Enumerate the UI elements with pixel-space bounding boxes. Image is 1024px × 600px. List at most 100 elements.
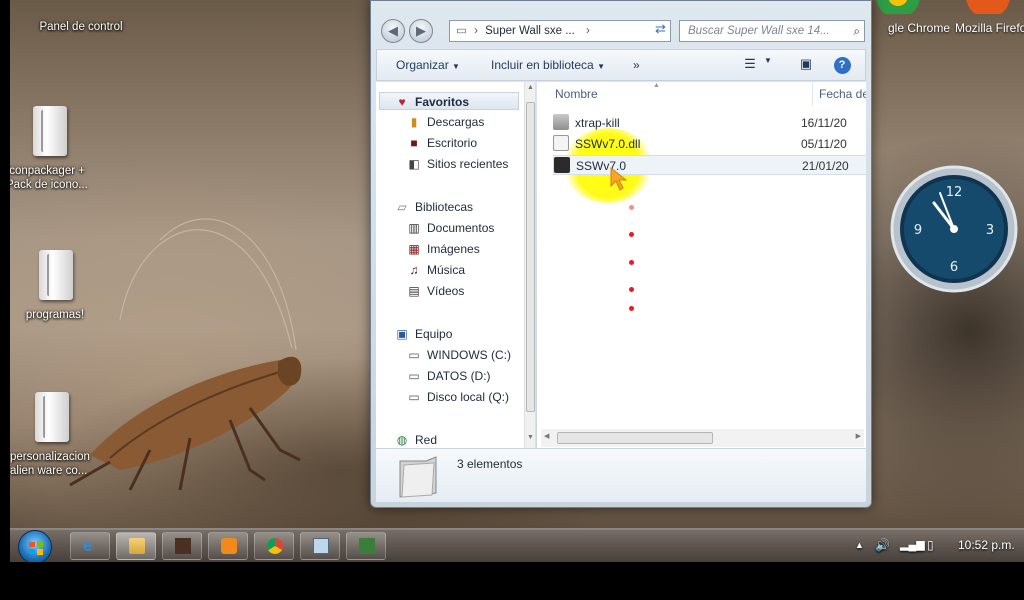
more-commands-button[interactable]: » [633, 58, 640, 72]
scroll-down-icon[interactable]: ▼ [527, 434, 534, 441]
nav-item-drive-d[interactable]: ▭ DATOS (D:) [406, 367, 491, 385]
desktop-icon-label: Iconpackager + Pack de icono... [10, 165, 88, 191]
network-signal-icon[interactable]: ▂▄▆ [900, 538, 925, 551]
taskbar-media-player[interactable] [208, 532, 248, 560]
clock-numeral-12: 12 [946, 185, 963, 200]
refresh-icon[interactable]: ⇄ [655, 21, 669, 39]
nav-item-downloads[interactable]: ▮ Descargas [406, 113, 485, 131]
folder-icon [553, 114, 569, 130]
nav-item-computer[interactable]: ▣ Equipo [394, 325, 452, 343]
nav-item-music[interactable]: ♫ Música [406, 261, 466, 279]
file-row[interactable]: SSWv7.0.dll 05/11/20 [553, 134, 866, 154]
breadcrumb-current[interactable]: Super Wall sxe ... [485, 25, 575, 37]
navigation-bar: ◀ ▶ ▭ › Super Wall sxe ... › ⇄ Buscar Su… [371, 15, 871, 47]
command-bar: Organizar ▼ Incluir en biblioteca ▼ » ☰ … [376, 49, 866, 81]
nav-item-label: Bibliotecas [415, 200, 474, 214]
breadcrumb-separator: › [474, 25, 478, 37]
scroll-left-icon[interactable]: ◀ [544, 432, 549, 440]
nav-item-label: DATOS (D:) [427, 369, 491, 383]
item-count: 3 elementos [457, 457, 523, 471]
start-button[interactable] [18, 530, 52, 564]
letterbox-bottom [0, 562, 1024, 600]
nav-item-label: Música [427, 263, 466, 277]
nav-item-label: Vídeos [427, 284, 465, 298]
address-bar[interactable]: ▭ › Super Wall sxe ... › [449, 20, 671, 42]
network-icon: ◍ [396, 433, 408, 447]
desktop-icon-iconpackager[interactable]: Iconpackager + Pack de icono... [10, 106, 94, 192]
taskbar-app-window[interactable] [300, 532, 340, 560]
clock-time[interactable]: 10:52 p.m. [958, 538, 1015, 552]
nav-item-drive-q[interactable]: ▭ Disco local (Q:) [406, 388, 509, 406]
windows-logo-icon [29, 541, 43, 555]
scroll-right-icon[interactable]: ▶ [856, 432, 861, 440]
trail-dot [629, 205, 634, 210]
drive-icon: ▭ [408, 390, 420, 404]
file-name: xtrap-kill [575, 116, 620, 130]
nav-item-videos[interactable]: ▤ Vídeos [406, 282, 464, 300]
column-header-date[interactable]: Fecha de [813, 82, 866, 106]
taskbar-ie[interactable]: e [70, 532, 110, 560]
trail-dot [629, 260, 634, 265]
taskbar-app-installer[interactable] [346, 532, 386, 560]
taskbar-app-photo[interactable] [162, 532, 202, 560]
back-button[interactable]: ◀ [381, 19, 405, 43]
taskbar-explorer[interactable] [116, 532, 156, 560]
nav-item-documents[interactable]: ▥ Documentos [406, 219, 494, 237]
chevron-down-icon: ▼ [597, 62, 605, 71]
nav-item-network[interactable]: ◍ Red [394, 431, 437, 448]
help-icon[interactable]: ? [831, 56, 853, 76]
nav-item-label: Red [415, 433, 438, 447]
taskbar-chrome[interactable] [254, 532, 294, 560]
scrollbar-thumb[interactable] [526, 102, 535, 412]
clock-gadget[interactable]: 12 3 6 9 [890, 165, 1018, 293]
navigation-pane: ♥ Favoritos ▮ Descargas ■ Escritorio ◧ Sitio… [376, 82, 536, 448]
scroll-up-icon[interactable]: ▲ [527, 84, 534, 91]
desktop-icon-control-panel[interactable]: Panel de control [36, 0, 126, 34]
sort-arrow-icon: ▲ [653, 82, 660, 89]
battery-icon[interactable]: ▯ [927, 538, 934, 552]
file-date: 16/11/20 [801, 116, 847, 130]
scrollbar-thumb[interactable] [557, 432, 713, 444]
nav-item-favorites[interactable]: ♥ Favoritos [379, 92, 519, 110]
nav-item-label: WINDOWS (C:) [427, 348, 511, 362]
preview-pane-icon[interactable]: ▣ [795, 56, 817, 76]
chevron-down-icon: ▼ [452, 62, 460, 71]
show-hidden-icons-icon[interactable]: ▲ [855, 540, 864, 550]
nav-item-label: Escritorio [427, 136, 478, 150]
details-pane: 3 elementos [376, 448, 866, 502]
drive-icon: ▭ [408, 348, 420, 362]
search-icon[interactable]: ⌕ [854, 22, 860, 41]
volume-icon[interactable]: 🔊 [875, 538, 890, 552]
nav-item-images[interactable]: ▦ Imágenes [406, 240, 479, 258]
nav-item-label: Sitios recientes [427, 157, 509, 171]
organize-button[interactable]: Organizar ▼ [396, 58, 460, 72]
images-icon: ▦ [408, 242, 420, 256]
explorer-window[interactable]: ◀ ▶ ▭ › Super Wall sxe ... › ⇄ Buscar Su… [370, 0, 872, 508]
nav-pane-scrollbar[interactable]: ▲ ▼ [524, 82, 535, 448]
include-library-button[interactable]: Incluir en biblioteca ▼ [491, 58, 605, 72]
folder-icon: ▭ [456, 25, 467, 37]
nav-item-drive-c[interactable]: ▭ WINDOWS (C:) [406, 346, 511, 364]
dll-file-icon [553, 135, 569, 151]
horizontal-scrollbar[interactable]: ◀ ▶ [541, 429, 864, 447]
nav-item-recent[interactable]: ◧ Sitios recientes [406, 155, 508, 173]
mouse-pointer-icon [610, 166, 628, 191]
chevron-down-icon[interactable]: ▼ [757, 56, 779, 76]
desktop-icon-label: gle Chrome [888, 21, 951, 35]
clock-numeral-6: 6 [950, 260, 958, 275]
forward-button[interactable]: ▶ [409, 19, 433, 43]
desktop-icon: ■ [410, 136, 418, 150]
file-row-selected[interactable]: SSWv7.0 21/01/20 [553, 155, 866, 175]
internet-explorer-icon: e [83, 536, 93, 555]
executable-icon [554, 157, 570, 173]
desktop-icon-label: Mozilla Firefo [955, 21, 1024, 35]
file-name: SSWv7.0.dll [575, 137, 641, 151]
documents-icon: ▥ [408, 221, 420, 235]
nav-item-desktop[interactable]: ■ Escritorio [406, 134, 477, 152]
breadcrumb-separator: › [586, 25, 590, 37]
nav-item-libraries[interactable]: ▱ Bibliotecas [394, 198, 473, 216]
search-input[interactable]: Buscar Super Wall sxe 14... ⌕ [679, 20, 865, 42]
file-row[interactable]: xtrap-kill 16/11/20 [553, 113, 866, 133]
column-header-name[interactable]: Nombre [537, 82, 813, 106]
nav-item-label: Favoritos [415, 95, 470, 109]
